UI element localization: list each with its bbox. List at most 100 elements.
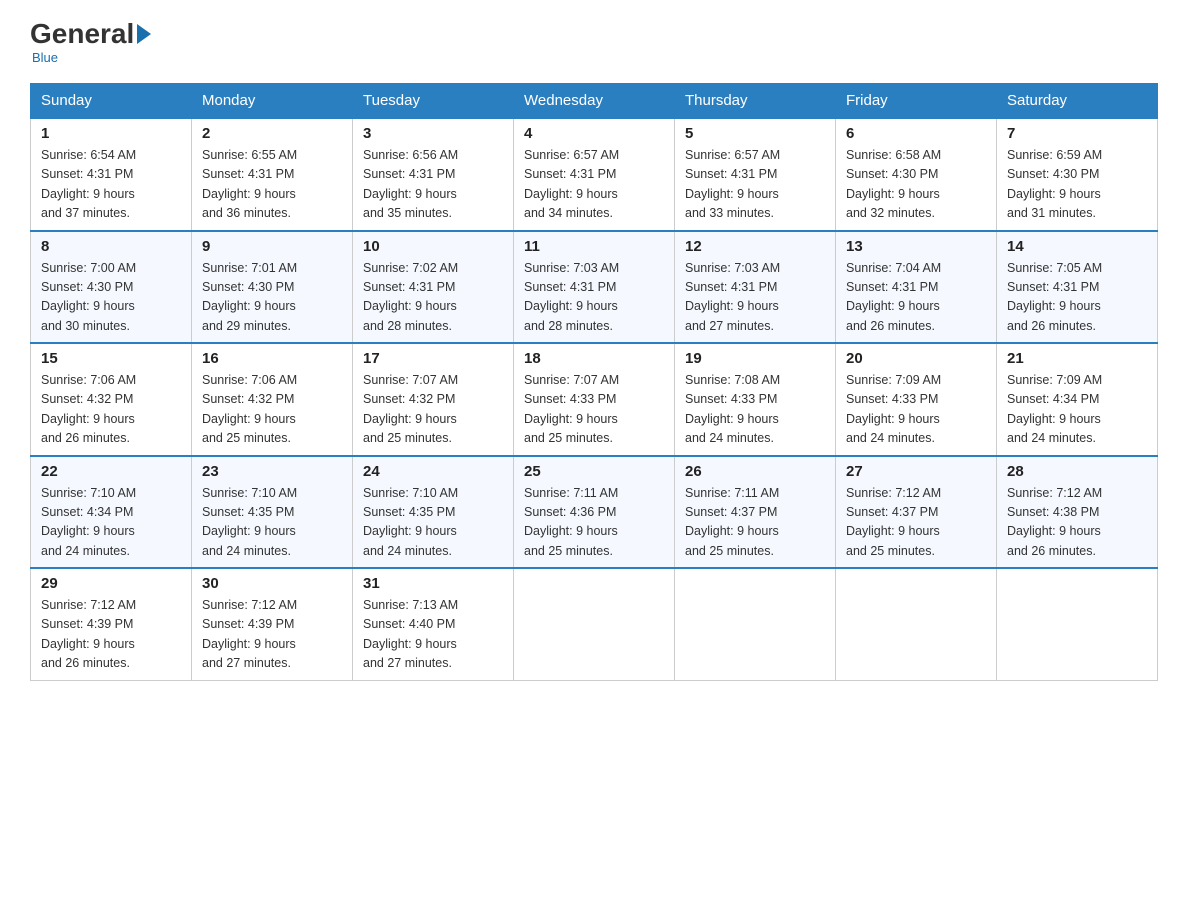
day-cell: 31 Sunrise: 7:13 AMSunset: 4:40 PMDaylig… bbox=[353, 568, 514, 680]
day-info: Sunrise: 7:08 AMSunset: 4:33 PMDaylight:… bbox=[685, 373, 780, 445]
day-cell bbox=[675, 568, 836, 680]
day-info: Sunrise: 7:02 AMSunset: 4:31 PMDaylight:… bbox=[363, 261, 458, 333]
col-header-tuesday: Tuesday bbox=[353, 84, 514, 119]
day-cell: 19 Sunrise: 7:08 AMSunset: 4:33 PMDaylig… bbox=[675, 343, 836, 456]
day-number: 11 bbox=[524, 238, 664, 255]
day-info: Sunrise: 7:05 AMSunset: 4:31 PMDaylight:… bbox=[1007, 261, 1102, 333]
week-row-3: 15 Sunrise: 7:06 AMSunset: 4:32 PMDaylig… bbox=[31, 343, 1158, 456]
col-header-wednesday: Wednesday bbox=[514, 84, 675, 119]
day-info: Sunrise: 7:03 AMSunset: 4:31 PMDaylight:… bbox=[685, 261, 780, 333]
day-info: Sunrise: 7:10 AMSunset: 4:34 PMDaylight:… bbox=[41, 486, 136, 558]
day-info: Sunrise: 7:07 AMSunset: 4:33 PMDaylight:… bbox=[524, 373, 619, 445]
day-cell: 3 Sunrise: 6:56 AMSunset: 4:31 PMDayligh… bbox=[353, 118, 514, 231]
day-cell: 4 Sunrise: 6:57 AMSunset: 4:31 PMDayligh… bbox=[514, 118, 675, 231]
day-number: 15 bbox=[41, 350, 181, 367]
day-number: 12 bbox=[685, 238, 825, 255]
day-cell: 11 Sunrise: 7:03 AMSunset: 4:31 PMDaylig… bbox=[514, 231, 675, 344]
day-cell: 22 Sunrise: 7:10 AMSunset: 4:34 PMDaylig… bbox=[31, 456, 192, 569]
day-number: 3 bbox=[363, 125, 503, 142]
day-number: 14 bbox=[1007, 238, 1147, 255]
day-info: Sunrise: 6:54 AMSunset: 4:31 PMDaylight:… bbox=[41, 148, 136, 220]
col-header-sunday: Sunday bbox=[31, 84, 192, 119]
day-number: 24 bbox=[363, 463, 503, 480]
day-info: Sunrise: 7:12 AMSunset: 4:39 PMDaylight:… bbox=[41, 598, 136, 670]
day-cell: 20 Sunrise: 7:09 AMSunset: 4:33 PMDaylig… bbox=[836, 343, 997, 456]
day-cell: 8 Sunrise: 7:00 AMSunset: 4:30 PMDayligh… bbox=[31, 231, 192, 344]
day-info: Sunrise: 6:57 AMSunset: 4:31 PMDaylight:… bbox=[524, 148, 619, 220]
day-info: Sunrise: 7:09 AMSunset: 4:33 PMDaylight:… bbox=[846, 373, 941, 445]
day-number: 25 bbox=[524, 463, 664, 480]
logo-area: General Blue bbox=[30, 20, 154, 65]
logo-arrow-icon bbox=[137, 24, 151, 44]
day-cell: 26 Sunrise: 7:11 AMSunset: 4:37 PMDaylig… bbox=[675, 456, 836, 569]
day-number: 27 bbox=[846, 463, 986, 480]
day-number: 20 bbox=[846, 350, 986, 367]
day-info: Sunrise: 7:06 AMSunset: 4:32 PMDaylight:… bbox=[41, 373, 136, 445]
day-cell: 23 Sunrise: 7:10 AMSunset: 4:35 PMDaylig… bbox=[192, 456, 353, 569]
week-row-2: 8 Sunrise: 7:00 AMSunset: 4:30 PMDayligh… bbox=[31, 231, 1158, 344]
day-number: 17 bbox=[363, 350, 503, 367]
day-number: 30 bbox=[202, 575, 342, 592]
day-number: 9 bbox=[202, 238, 342, 255]
day-cell: 12 Sunrise: 7:03 AMSunset: 4:31 PMDaylig… bbox=[675, 231, 836, 344]
day-cell: 1 Sunrise: 6:54 AMSunset: 4:31 PMDayligh… bbox=[31, 118, 192, 231]
day-info: Sunrise: 7:12 AMSunset: 4:39 PMDaylight:… bbox=[202, 598, 297, 670]
day-number: 1 bbox=[41, 125, 181, 142]
day-number: 7 bbox=[1007, 125, 1147, 142]
day-number: 29 bbox=[41, 575, 181, 592]
day-cell bbox=[997, 568, 1158, 680]
day-info: Sunrise: 6:56 AMSunset: 4:31 PMDaylight:… bbox=[363, 148, 458, 220]
day-cell: 29 Sunrise: 7:12 AMSunset: 4:39 PMDaylig… bbox=[31, 568, 192, 680]
header-row: SundayMondayTuesdayWednesdayThursdayFrid… bbox=[31, 84, 1158, 119]
day-number: 8 bbox=[41, 238, 181, 255]
day-number: 6 bbox=[846, 125, 986, 142]
header: General Blue bbox=[30, 20, 1158, 65]
day-cell bbox=[836, 568, 997, 680]
day-info: Sunrise: 7:11 AMSunset: 4:37 PMDaylight:… bbox=[685, 486, 779, 558]
day-number: 2 bbox=[202, 125, 342, 142]
day-info: Sunrise: 6:57 AMSunset: 4:31 PMDaylight:… bbox=[685, 148, 780, 220]
day-number: 31 bbox=[363, 575, 503, 592]
day-info: Sunrise: 7:13 AMSunset: 4:40 PMDaylight:… bbox=[363, 598, 458, 670]
day-info: Sunrise: 7:01 AMSunset: 4:30 PMDaylight:… bbox=[202, 261, 297, 333]
day-cell: 6 Sunrise: 6:58 AMSunset: 4:30 PMDayligh… bbox=[836, 118, 997, 231]
day-cell: 16 Sunrise: 7:06 AMSunset: 4:32 PMDaylig… bbox=[192, 343, 353, 456]
week-row-5: 29 Sunrise: 7:12 AMSunset: 4:39 PMDaylig… bbox=[31, 568, 1158, 680]
day-info: Sunrise: 6:55 AMSunset: 4:31 PMDaylight:… bbox=[202, 148, 297, 220]
day-info: Sunrise: 7:11 AMSunset: 4:36 PMDaylight:… bbox=[524, 486, 618, 558]
day-cell: 7 Sunrise: 6:59 AMSunset: 4:30 PMDayligh… bbox=[997, 118, 1158, 231]
day-cell: 2 Sunrise: 6:55 AMSunset: 4:31 PMDayligh… bbox=[192, 118, 353, 231]
logo-blue-text: Blue bbox=[32, 50, 58, 65]
day-number: 18 bbox=[524, 350, 664, 367]
col-header-thursday: Thursday bbox=[675, 84, 836, 119]
logo-general-text: General bbox=[30, 20, 134, 48]
day-number: 13 bbox=[846, 238, 986, 255]
col-header-friday: Friday bbox=[836, 84, 997, 119]
week-row-4: 22 Sunrise: 7:10 AMSunset: 4:34 PMDaylig… bbox=[31, 456, 1158, 569]
day-cell: 10 Sunrise: 7:02 AMSunset: 4:31 PMDaylig… bbox=[353, 231, 514, 344]
day-info: Sunrise: 7:06 AMSunset: 4:32 PMDaylight:… bbox=[202, 373, 297, 445]
day-info: Sunrise: 7:04 AMSunset: 4:31 PMDaylight:… bbox=[846, 261, 941, 333]
day-cell: 9 Sunrise: 7:01 AMSunset: 4:30 PMDayligh… bbox=[192, 231, 353, 344]
col-header-monday: Monday bbox=[192, 84, 353, 119]
day-cell: 30 Sunrise: 7:12 AMSunset: 4:39 PMDaylig… bbox=[192, 568, 353, 680]
day-info: Sunrise: 7:10 AMSunset: 4:35 PMDaylight:… bbox=[202, 486, 297, 558]
day-number: 19 bbox=[685, 350, 825, 367]
day-number: 5 bbox=[685, 125, 825, 142]
day-cell: 25 Sunrise: 7:11 AMSunset: 4:36 PMDaylig… bbox=[514, 456, 675, 569]
day-info: Sunrise: 7:07 AMSunset: 4:32 PMDaylight:… bbox=[363, 373, 458, 445]
day-cell: 21 Sunrise: 7:09 AMSunset: 4:34 PMDaylig… bbox=[997, 343, 1158, 456]
day-cell: 13 Sunrise: 7:04 AMSunset: 4:31 PMDaylig… bbox=[836, 231, 997, 344]
day-number: 22 bbox=[41, 463, 181, 480]
week-row-1: 1 Sunrise: 6:54 AMSunset: 4:31 PMDayligh… bbox=[31, 118, 1158, 231]
day-number: 16 bbox=[202, 350, 342, 367]
day-info: Sunrise: 7:03 AMSunset: 4:31 PMDaylight:… bbox=[524, 261, 619, 333]
day-cell: 15 Sunrise: 7:06 AMSunset: 4:32 PMDaylig… bbox=[31, 343, 192, 456]
col-header-saturday: Saturday bbox=[997, 84, 1158, 119]
day-info: Sunrise: 6:59 AMSunset: 4:30 PMDaylight:… bbox=[1007, 148, 1102, 220]
day-info: Sunrise: 7:12 AMSunset: 4:37 PMDaylight:… bbox=[846, 486, 941, 558]
day-info: Sunrise: 7:12 AMSunset: 4:38 PMDaylight:… bbox=[1007, 486, 1102, 558]
day-info: Sunrise: 7:10 AMSunset: 4:35 PMDaylight:… bbox=[363, 486, 458, 558]
day-cell: 24 Sunrise: 7:10 AMSunset: 4:35 PMDaylig… bbox=[353, 456, 514, 569]
day-number: 10 bbox=[363, 238, 503, 255]
